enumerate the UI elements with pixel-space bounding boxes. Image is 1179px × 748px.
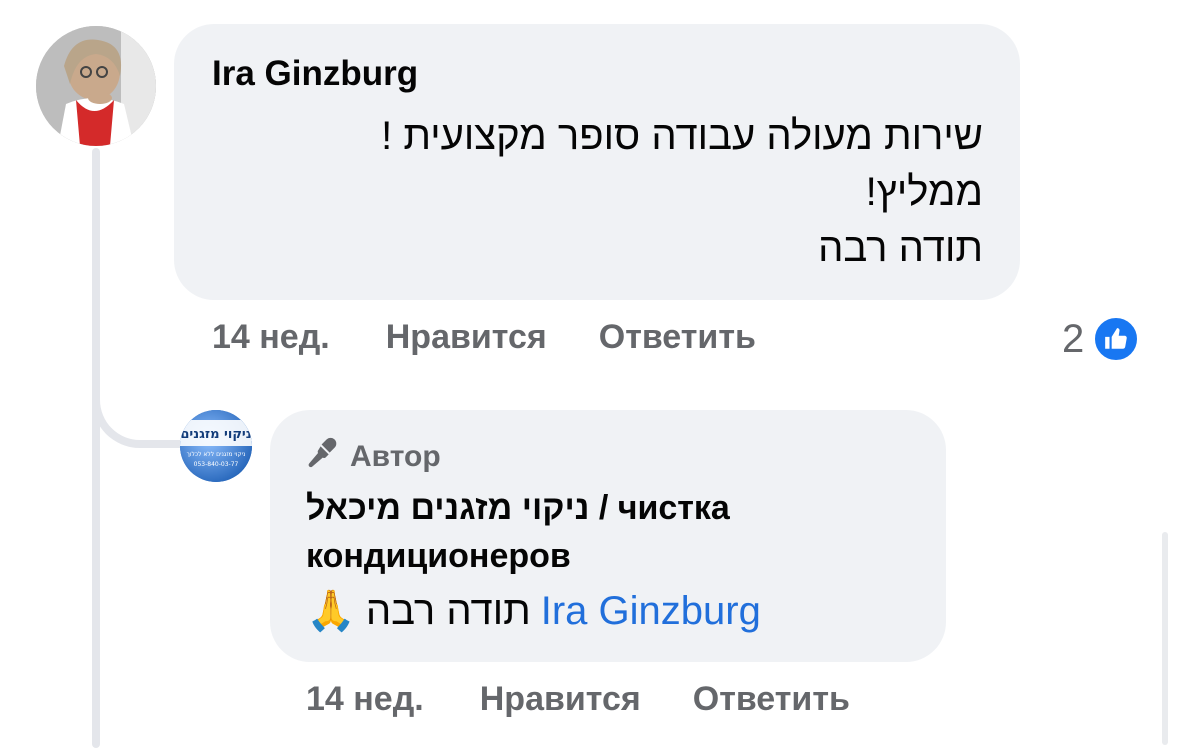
comment-actions: 14 нед. Нравится Ответить [212, 318, 756, 357]
emoji: 🙏 [306, 589, 356, 633]
author-badge: Автор [306, 436, 441, 478]
reply-author[interactable]: ניקוי מזגנים מיכאל / чистка кондиционеро… [306, 484, 866, 580]
thread-line [92, 148, 100, 748]
author-badge-label: Автор [350, 440, 441, 473]
reply-like-button[interactable]: Нравится [480, 680, 641, 719]
svg-text:ניקוי מזגנים: ניקוי מזגנים [180, 427, 251, 442]
reply-button[interactable]: Ответить [599, 318, 756, 357]
svg-text:ניקוי מזגנים ללא לכלוך: ניקוי מזגנים ללא לכלוך [187, 451, 246, 458]
scrollbar[interactable] [1162, 532, 1168, 745]
reaction-summary[interactable]: 2 [1062, 315, 1141, 363]
reaction-count: 2 [1062, 316, 1085, 361]
avatar-photo [36, 26, 156, 146]
comment-text: שירות מעולה עבודה סופר מקצועית ! ממליץ! … [223, 108, 983, 276]
svg-text:053-840-03-77: 053-840-03-77 [194, 461, 239, 468]
comment-author[interactable]: Ira Ginzburg [212, 54, 418, 94]
like-button[interactable]: Нравится [386, 318, 547, 357]
comment-line: ממליץ! [865, 170, 983, 214]
reply-actions: 14 нед. Нравится Ответить [306, 680, 850, 719]
reply-message: תודה רבה [365, 589, 531, 633]
reply-time[interactable]: 14 нед. [306, 680, 424, 719]
reply-reply-button[interactable]: Ответить [693, 680, 850, 719]
reply-text: 🙏 תודה רבה Ira Ginzburg [306, 585, 761, 637]
page-logo: ניקוי מזגנים ניקוי מזגנים ללא לכלוך 053-… [180, 410, 252, 482]
microphone-icon [306, 436, 340, 478]
comment-line: תודה רבה [818, 226, 983, 270]
mention-link[interactable]: Ira Ginzburg [541, 585, 761, 637]
thumbs-up-icon [1092, 315, 1141, 363]
comment-line: שירות מעולה עבודה סופר מקצועית ! [381, 114, 983, 158]
thread-connector [92, 372, 180, 448]
comment-time[interactable]: 14 нед. [212, 318, 330, 357]
reply-avatar[interactable]: ניקוי מזגנים ניקוי מזגנים ללא לכלוך 053-… [180, 410, 252, 482]
avatar[interactable] [36, 26, 156, 146]
